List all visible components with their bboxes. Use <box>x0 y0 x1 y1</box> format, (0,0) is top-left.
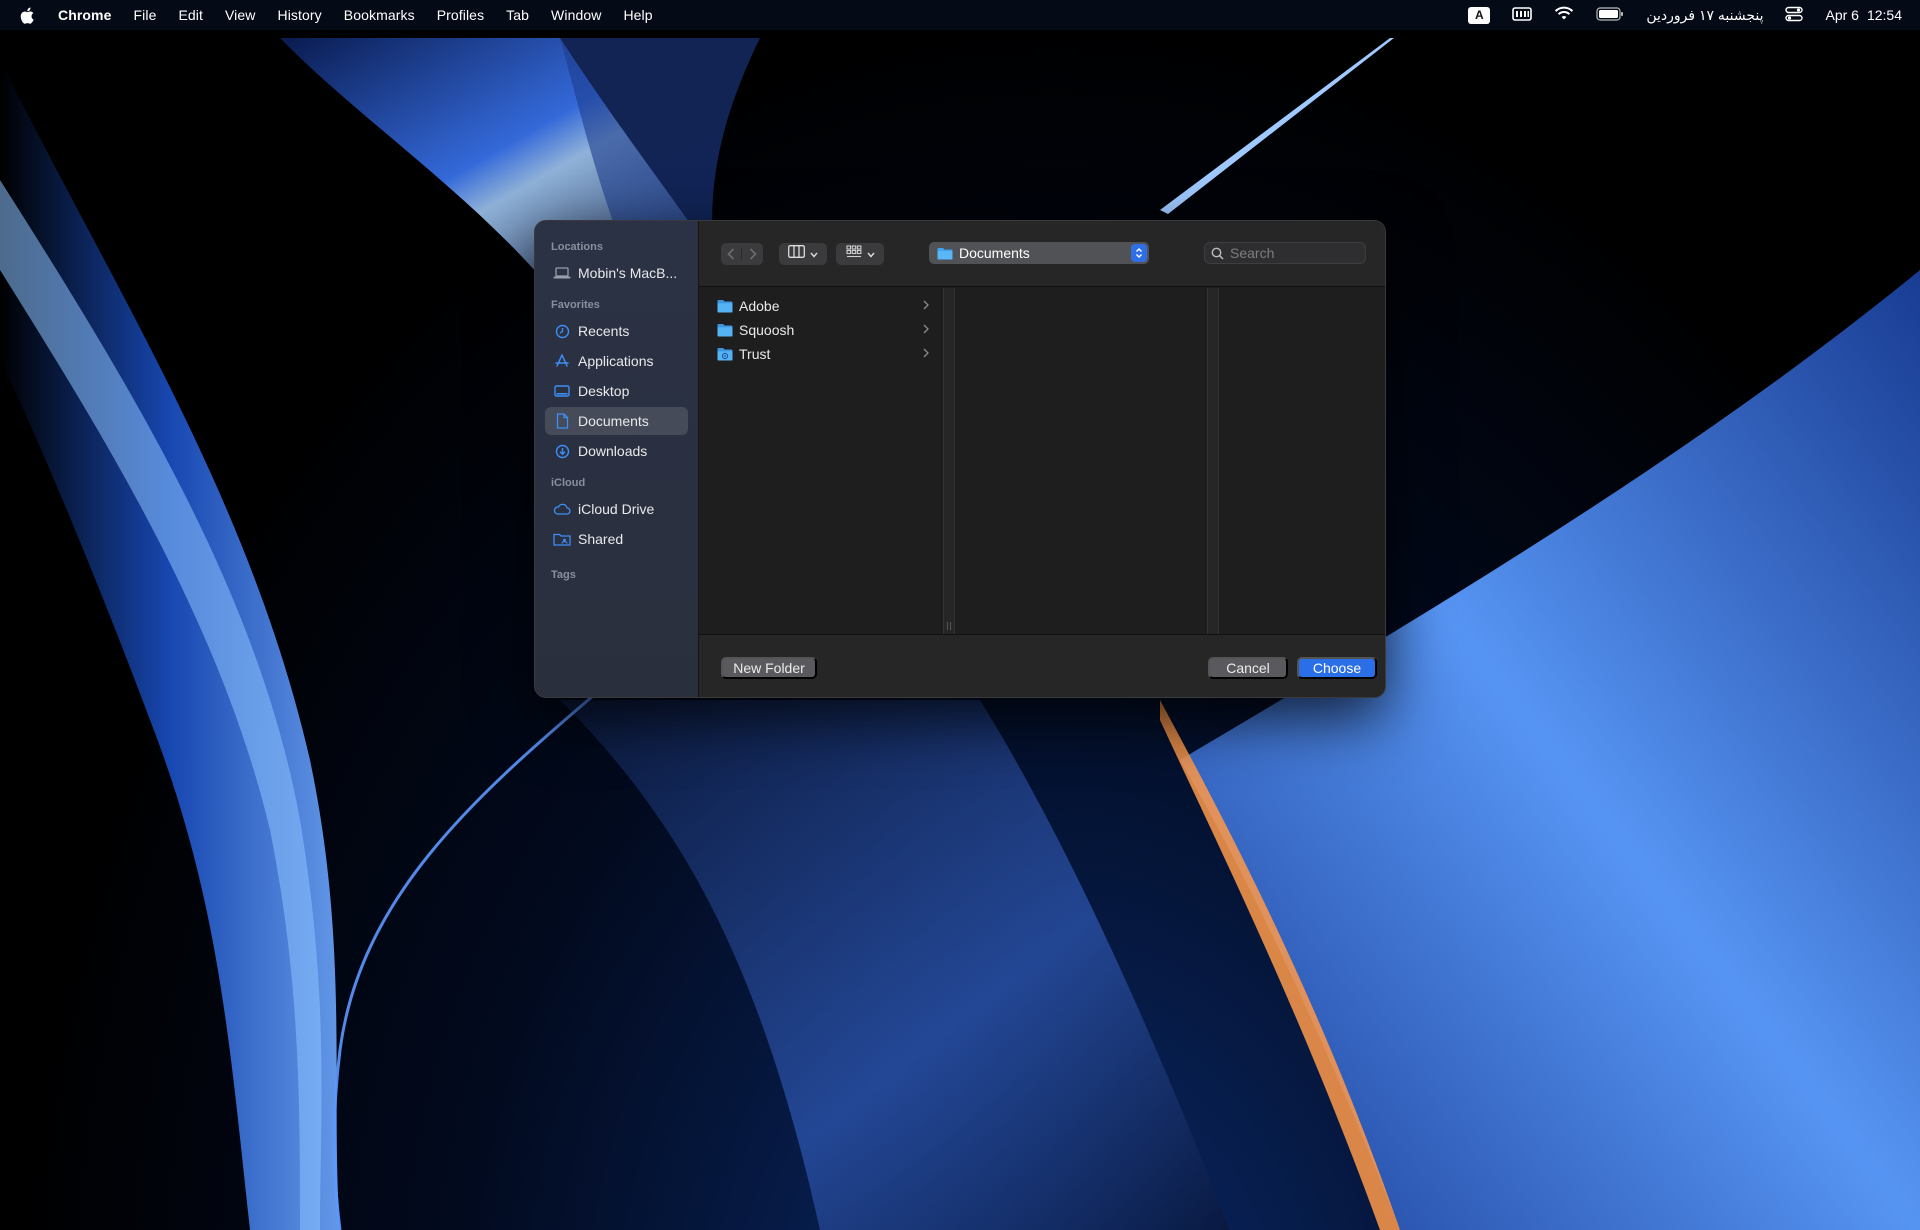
menu-app-name[interactable]: Chrome <box>58 7 112 23</box>
file-name: Trust <box>739 346 771 362</box>
column-empty-3 <box>1219 288 1385 634</box>
search-field[interactable] <box>1204 242 1366 264</box>
resize-grip-icon <box>947 622 951 630</box>
input-source-badge[interactable]: A <box>1468 6 1491 24</box>
sidebar-item-label: Mobin's MacB... <box>578 265 678 281</box>
dialog-sidebar: Locations Mobin's MacB... Favorites Rece… <box>535 221 699 697</box>
control-center-icon[interactable] <box>1785 6 1804 25</box>
open-folder-dialog: Locations Mobin's MacB... Favorites Rece… <box>534 220 1386 698</box>
location-popup[interactable]: Documents <box>929 242 1149 264</box>
sidebar-section-locations: Locations <box>551 241 603 253</box>
sidebar-section-favorites: Favorites <box>551 299 600 311</box>
sidebar-item-label: Documents <box>578 413 649 429</box>
keyboard-icon[interactable] <box>1512 6 1533 24</box>
column-resize-handle[interactable] <box>1207 288 1219 634</box>
sidebar-item-label: Applications <box>578 353 654 369</box>
sidebar-item-label: Desktop <box>578 383 630 399</box>
folder-icon <box>717 300 733 313</box>
sidebar-item-downloads[interactable]: Downloads <box>545 437 688 465</box>
search-icon <box>1211 247 1224 260</box>
file-row-squoosh[interactable]: Squoosh <box>699 318 943 342</box>
column-empty-2 <box>955 288 1207 634</box>
sidebar-item-documents[interactable]: Documents <box>545 407 688 435</box>
column-resize-handle[interactable] <box>943 288 955 634</box>
menubar-time: 12:54 <box>1866 7 1902 23</box>
shared-folder-icon <box>553 530 571 548</box>
dialog-main: Documents Adobe <box>699 221 1385 697</box>
sidebar-section-tags: Tags <box>551 569 576 581</box>
clock-icon <box>553 322 571 340</box>
document-icon <box>553 412 571 430</box>
menu-view[interactable]: View <box>225 7 256 23</box>
chevron-right-icon <box>923 300 929 310</box>
cloud-icon <box>553 500 571 518</box>
menubar-date: Apr 6 <box>1825 7 1859 23</box>
chevron-down-icon <box>866 245 875 263</box>
menu-edit[interactable]: Edit <box>178 7 203 23</box>
special-folder-icon <box>717 348 733 361</box>
cancel-button[interactable]: Cancel <box>1208 657 1288 679</box>
wifi-icon[interactable] <box>1554 6 1574 24</box>
menu-bar: Chrome File Edit View History Bookmarks … <box>0 0 1920 30</box>
columns-view-icon <box>788 245 805 263</box>
menu-file[interactable]: File <box>134 7 157 23</box>
grid-icon <box>845 245 862 263</box>
sidebar-item-desktop[interactable]: Desktop <box>545 377 688 405</box>
menu-tab[interactable]: Tab <box>506 7 529 23</box>
folder-icon <box>717 324 733 337</box>
search-input[interactable] <box>1230 245 1360 261</box>
sidebar-item-label: Downloads <box>578 443 648 459</box>
sidebar-item-label: Shared <box>578 531 624 547</box>
sidebar-item-icloud-drive[interactable]: iCloud Drive <box>545 495 688 523</box>
column-browser: Adobe Squoosh Trust <box>699 288 1385 634</box>
view-mode-button[interactable] <box>779 243 827 265</box>
forward-button[interactable] <box>742 248 763 260</box>
back-button[interactable] <box>721 248 742 260</box>
sidebar-item-applications[interactable]: Applications <box>545 347 688 375</box>
file-row-trust[interactable]: Trust <box>699 342 943 366</box>
menubar-clock[interactable]: Apr 6 12:54 <box>1825 7 1902 23</box>
new-folder-button[interactable]: New Folder <box>721 657 817 679</box>
sidebar-item-shared[interactable]: Shared <box>545 525 688 553</box>
sidebar-section-icloud: iCloud <box>551 477 586 489</box>
battery-icon[interactable] <box>1596 6 1624 24</box>
sidebar-item-label: iCloud Drive <box>578 501 655 517</box>
file-row-adobe[interactable]: Adobe <box>699 294 943 318</box>
back-forward-group <box>721 243 763 265</box>
chevron-right-icon <box>923 324 929 334</box>
menu-profiles[interactable]: Profiles <box>437 7 484 23</box>
sidebar-item-macbook[interactable]: Mobin's MacB... <box>545 259 688 287</box>
folder-icon <box>937 247 953 260</box>
menubar-persian-date[interactable]: پنجشنبه ۱۷ فروردین <box>1646 7 1763 24</box>
chevron-right-icon <box>923 348 929 358</box>
apple-menu-icon[interactable] <box>20 7 40 24</box>
choose-button[interactable]: Choose <box>1297 657 1377 679</box>
sidebar-item-recents[interactable]: Recents <box>545 317 688 345</box>
laptop-icon <box>553 264 571 282</box>
sidebar-item-label: Recents <box>578 323 630 339</box>
column-documents: Adobe Squoosh Trust <box>699 288 943 634</box>
download-icon <box>553 442 571 460</box>
chevron-down-icon <box>810 245 818 263</box>
group-by-button[interactable] <box>836 243 884 265</box>
file-name: Adobe <box>739 298 780 314</box>
applications-icon <box>553 352 571 370</box>
menu-bookmarks[interactable]: Bookmarks <box>344 7 415 23</box>
dialog-footer: New Folder Cancel Choose <box>699 634 1385 697</box>
desktop-icon <box>553 382 571 400</box>
menu-help[interactable]: Help <box>623 7 652 23</box>
location-popup-label: Documents <box>959 245 1030 261</box>
dialog-toolbar: Documents <box>699 221 1385 287</box>
up-down-chevron-icon <box>1131 244 1147 262</box>
menu-history[interactable]: History <box>278 7 322 23</box>
menu-window[interactable]: Window <box>551 7 601 23</box>
file-name: Squoosh <box>739 322 795 338</box>
